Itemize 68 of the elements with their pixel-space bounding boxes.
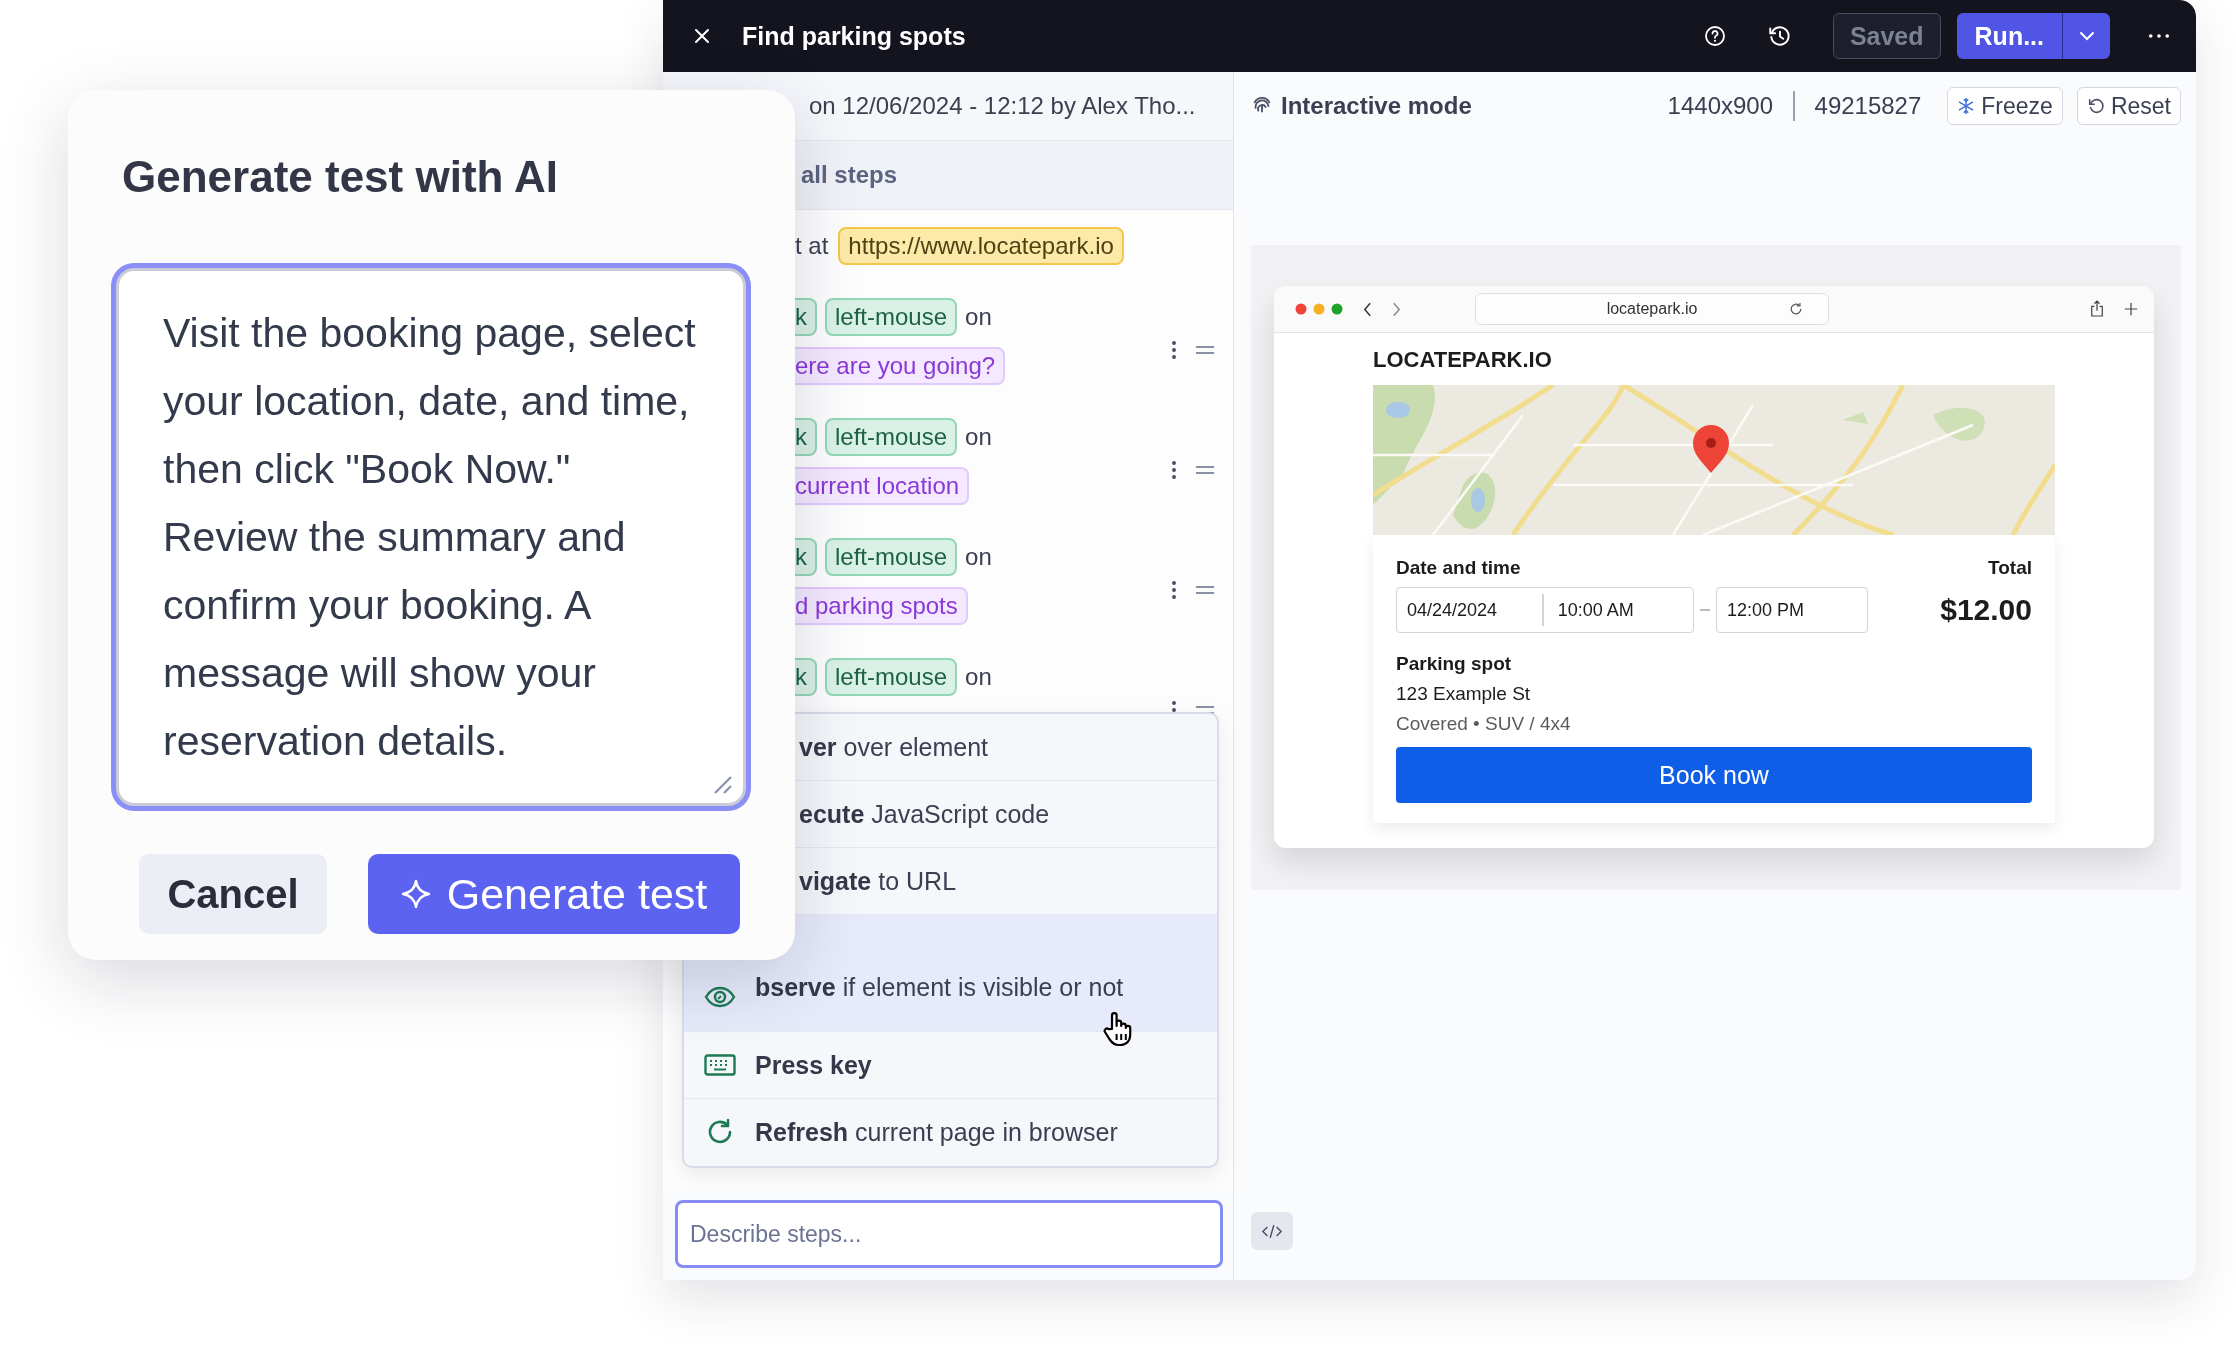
drag-handle-icon[interactable] [1195, 585, 1215, 595]
book-now-button[interactable]: Book now [1396, 747, 2032, 803]
kebab-icon[interactable] [1171, 340, 1177, 360]
dialog-title: Generate test with AI [121, 152, 560, 202]
end-time-field[interactable]: 12:00 PM [1716, 587, 1868, 633]
action-chip: k [795, 538, 817, 576]
parking-spot-label: Parking spot [1396, 653, 1513, 675]
mouse-button-chip: left-mouse [825, 538, 958, 576]
run-button[interactable]: Run... [1956, 13, 2062, 59]
action-chip: k [795, 418, 817, 456]
action-chip: k [795, 298, 817, 336]
history-icon[interactable] [1766, 23, 1793, 49]
element-chip: d parking spots [795, 587, 968, 625]
snowflake-icon [1957, 97, 1976, 115]
window-controls-icon [1295, 303, 1343, 315]
forward-icon[interactable] [1392, 301, 1401, 317]
total-label: Total [1987, 557, 2032, 579]
total-price: $12.00 [1940, 593, 2032, 627]
history-text: on 12/06/2024 - 12:12 by Alex Tho... [809, 92, 1196, 120]
step-text: on [965, 543, 992, 571]
step-text: on [965, 303, 992, 331]
generate-button[interactable]: Generate test [368, 854, 740, 934]
help-icon[interactable] [1702, 24, 1727, 48]
action-chip: k [795, 658, 817, 696]
date-time-label: Date and time [1396, 557, 1522, 579]
more-icon[interactable] [2148, 32, 2170, 40]
plus-icon[interactable] [2124, 302, 2138, 316]
cancel-button[interactable]: Cancel [139, 854, 327, 934]
viewport-size: 1440x900 [1667, 92, 1774, 120]
mouse-button-chip: left-mouse [825, 658, 958, 696]
reset-icon [2086, 97, 2105, 115]
mouse-button-chip: left-mouse [825, 298, 958, 336]
keyboard-icon [703, 1054, 736, 1076]
hand-cursor-icon [1102, 1011, 1132, 1047]
identifier-text: 49215827 [1814, 92, 1922, 120]
date-time-field[interactable]: 04/24/2024 10:00 AM [1396, 587, 1694, 633]
eye-icon [703, 985, 736, 1009]
url-chip: https://www.locatepark.io [838, 227, 1124, 265]
code-button[interactable] [1251, 1212, 1293, 1250]
step-text: on [965, 423, 992, 451]
address-bar[interactable]: locatepark.io [1475, 293, 1829, 325]
freeze-button[interactable]: Freeze [1947, 87, 2063, 125]
kebab-icon[interactable] [1171, 460, 1177, 480]
drag-handle-icon[interactable] [1195, 465, 1215, 475]
close-icon[interactable] [692, 26, 712, 46]
step-text: t at [795, 232, 829, 260]
mode-label: Interactive mode [1281, 92, 1472, 120]
mouse-button-chip: left-mouse [825, 418, 958, 456]
reset-button[interactable]: Reset [2076, 87, 2181, 125]
code-icon [1261, 1223, 1283, 1239]
drag-handle-icon[interactable] [1195, 345, 1215, 355]
menu-item[interactable]: Press key [684, 1032, 1217, 1099]
sparkle-icon [400, 879, 431, 909]
back-icon[interactable] [1363, 301, 1372, 317]
resize-grip-icon[interactable] [713, 775, 733, 795]
spot-details: Covered • SUV / 4x4 [1396, 713, 1572, 735]
steps-header: all steps [801, 161, 898, 189]
element-chip: current location [795, 467, 970, 505]
street-address: 123 Example St [1396, 683, 1532, 705]
reload-icon[interactable] [1789, 302, 1803, 316]
step-text: on [965, 663, 992, 691]
element-chip: ere are you going? [795, 347, 1006, 385]
site-title: LOCATEPARK.IO [1373, 347, 1553, 374]
share-icon[interactable] [2090, 300, 2104, 318]
window-title: Find parking spots [742, 21, 966, 51]
describe-steps-field[interactable]: Describe steps... [675, 1200, 1223, 1268]
menu-item[interactable]: Refresh current page in browser [684, 1099, 1217, 1166]
kebab-icon[interactable] [1171, 580, 1177, 600]
